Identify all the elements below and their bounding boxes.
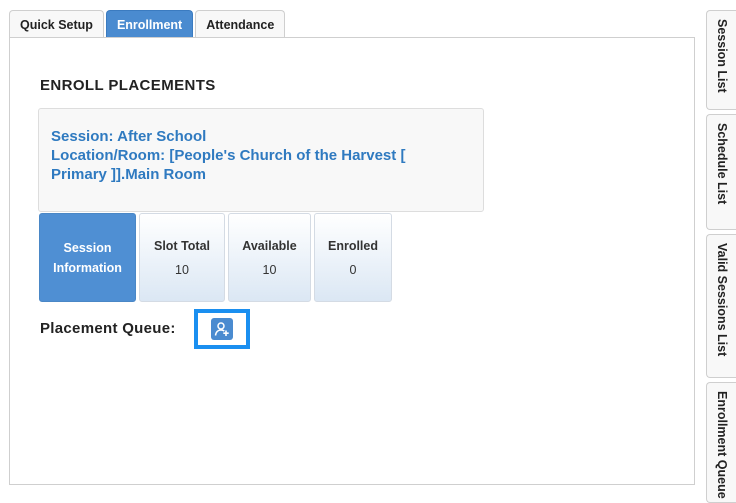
slot-total-value: 10 [175,262,189,277]
tab-enrollment[interactable]: Enrollment [105,10,194,38]
session-name: Session: After School [51,128,207,145]
stat-cards: Session Information Slot Total 10 Availa… [39,213,395,302]
available-label: Available [242,238,297,253]
available-card: Available 10 [228,213,311,302]
location-room-line1: Location/Room: [People's Church of the H… [51,147,406,164]
enrolled-card: Enrolled 0 [314,213,392,302]
side-tab-valid-sessions-list[interactable]: Valid Sessions List [706,234,736,378]
slot-total-card: Slot Total 10 [139,213,225,302]
add-user-icon [211,318,233,340]
session-information-card[interactable]: Session Information [39,213,136,302]
session-information-label-1: Session [63,240,112,255]
side-tab-schedule-list-label: Schedule List [714,123,729,205]
side-tab-session-list-label: Session List [714,19,729,93]
side-tab-schedule-list[interactable]: Schedule List [706,114,736,230]
enrolled-label: Enrolled [327,238,378,253]
add-to-placement-queue-button[interactable] [194,309,250,349]
session-information-label-2: Information [53,260,122,275]
tab-attendance[interactable]: Attendance [195,10,286,38]
available-value: 10 [262,262,277,277]
side-tab-enrollment-queue-label: Enrollment Queue [714,391,729,499]
top-tab-bar: Quick Setup Enrollment Attendance [9,10,287,38]
enrolled-value: 0 [349,262,357,277]
side-tab-session-list[interactable]: Session List [706,10,736,110]
tab-quick-setup[interactable]: Quick Setup [9,10,104,38]
placement-queue-label: Placement Queue: [40,320,176,337]
page-title: ENROLL PLACEMENTS [40,77,216,94]
session-info-box: Session: After School Location/Room: [Pe… [38,108,484,212]
slot-total-label: Slot Total [153,238,210,253]
location-room-line2: Primary ]].Main Room [51,166,207,183]
enrollment-panel: ENROLL PLACEMENTS Session: After School … [9,37,695,485]
side-tab-valid-sessions-list-label: Valid Sessions List [714,243,729,357]
side-tab-enrollment-queue[interactable]: Enrollment Queue [706,382,736,503]
